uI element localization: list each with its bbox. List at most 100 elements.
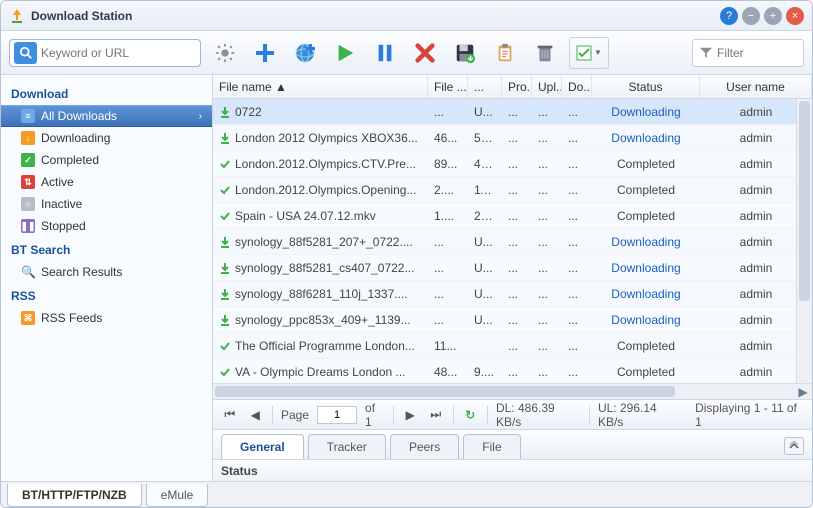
- sidebar-item-active[interactable]: ⇅ Active: [1, 171, 212, 193]
- next-page-button[interactable]: ▶: [401, 406, 419, 424]
- dl-speed-label: DL: 486.39 KB/s: [496, 401, 581, 429]
- table-row[interactable]: Spain - USA 24.07.12.mkv1....26.........…: [213, 203, 812, 229]
- clear-button[interactable]: [529, 37, 561, 69]
- first-page-button[interactable]: ⏮: [221, 406, 239, 424]
- file-name: synology_88f5281_207+_0722....: [235, 235, 413, 249]
- bottom-tab-bt[interactable]: BT/HTTP/FTP/NZB: [7, 484, 142, 507]
- file-name: synology_88f5281_cs407_0722...: [235, 261, 414, 275]
- cell-upload: ...: [532, 157, 562, 171]
- magnify-icon: 🔍: [21, 265, 35, 279]
- filter-input[interactable]: [717, 46, 797, 60]
- add-button[interactable]: [249, 37, 281, 69]
- bottom-tab-emule[interactable]: eMule: [146, 484, 209, 507]
- scrollbar-horizontal[interactable]: ▶: [213, 383, 812, 399]
- cell-progress: ...: [502, 157, 532, 171]
- table-row[interactable]: London 2012 Olympics XBOX36...46...55...…: [213, 125, 812, 151]
- chevron-down-icon: ▼: [594, 48, 602, 57]
- page-input[interactable]: [317, 406, 357, 424]
- filter-box[interactable]: [692, 39, 804, 67]
- minimize-button[interactable]: −: [742, 7, 760, 25]
- cell-download: ...: [562, 261, 592, 275]
- main-panel: File name ▲ File ... ... Pro... Upl... D…: [213, 75, 812, 481]
- tab-peers[interactable]: Peers: [390, 434, 459, 459]
- pause-button[interactable]: [369, 37, 401, 69]
- col-upload[interactable]: Upl...: [532, 75, 562, 98]
- sidebar-item-stopped[interactable]: ❚❚ Stopped: [1, 215, 212, 237]
- download-icon: [219, 262, 231, 274]
- table-row[interactable]: VA - Olympic Dreams London ...48...9....…: [213, 359, 812, 383]
- sidebar-item-inactive[interactable]: ○ Inactive: [1, 193, 212, 215]
- cell-progress: ...: [502, 235, 532, 249]
- prev-page-button[interactable]: ◀: [247, 406, 265, 424]
- delete-button[interactable]: [409, 37, 441, 69]
- cell-download: ...: [562, 131, 592, 145]
- window-title: Download Station: [31, 9, 720, 23]
- cell-filesize: 46...: [428, 131, 468, 145]
- last-page-button[interactable]: ⏭: [427, 406, 445, 424]
- sidebar-item-all-downloads[interactable]: ≡ All Downloads ›: [1, 105, 212, 127]
- cell-filesize: ...: [428, 235, 468, 249]
- sidebar-item-label: All Downloads: [41, 109, 117, 123]
- save-button[interactable]: [449, 37, 481, 69]
- inactive-icon: ○: [21, 197, 35, 211]
- sidebar-section-download: Download: [1, 81, 212, 105]
- col-filename[interactable]: File name ▲: [213, 75, 428, 98]
- cell-filesize: ...: [428, 313, 468, 327]
- download-icon: [219, 236, 231, 248]
- sidebar-item-label: Completed: [41, 153, 99, 167]
- cell-downloaded: 11...: [468, 183, 502, 197]
- cell-filesize: ...: [428, 261, 468, 275]
- cell-status: Downloading: [592, 105, 700, 119]
- cell-progress: ...: [502, 365, 532, 379]
- add-url-button[interactable]: [289, 37, 321, 69]
- collapse-detail-button[interactable]: [784, 437, 804, 455]
- table-row[interactable]: synology_88f5281_cs407_0722......U......…: [213, 255, 812, 281]
- col-status[interactable]: Status: [592, 75, 700, 98]
- cell-upload: ...: [532, 105, 562, 119]
- cell-progress: ...: [502, 339, 532, 353]
- table-row[interactable]: London.2012.Olympics.Opening...2....11..…: [213, 177, 812, 203]
- file-name: Spain - USA 24.07.12.mkv: [235, 209, 376, 223]
- table-row[interactable]: synology_88f6281_110j_1337.......U......…: [213, 281, 812, 307]
- options-button[interactable]: ▼: [569, 37, 609, 69]
- clipboard-button[interactable]: [489, 37, 521, 69]
- search-box[interactable]: [9, 39, 201, 67]
- col-download[interactable]: Do...: [562, 75, 592, 98]
- close-button[interactable]: ×: [786, 7, 804, 25]
- scrollbar-vertical[interactable]: [796, 99, 812, 383]
- cell-upload: ...: [532, 313, 562, 327]
- col-filesize[interactable]: File ...: [428, 75, 468, 98]
- col-downloaded[interactable]: ...: [468, 75, 502, 98]
- col-progress[interactable]: Pro...: [502, 75, 532, 98]
- sidebar-item-label: Search Results: [41, 265, 122, 279]
- table-row[interactable]: synology_88f5281_207+_0722.......U......…: [213, 229, 812, 255]
- help-button[interactable]: ?: [720, 7, 738, 25]
- start-button[interactable]: [329, 37, 361, 69]
- tab-file[interactable]: File: [463, 434, 520, 459]
- maximize-button[interactable]: +: [764, 7, 782, 25]
- cell-download: ...: [562, 209, 592, 223]
- cell-status: Downloading: [592, 313, 700, 327]
- sidebar-item-downloading[interactable]: ↓ Downloading: [1, 127, 212, 149]
- cell-status: Downloading: [592, 287, 700, 301]
- col-username[interactable]: User name: [700, 75, 812, 98]
- tab-general[interactable]: General: [221, 434, 304, 459]
- sidebar-item-completed[interactable]: ✓ Completed: [1, 149, 212, 171]
- table-row[interactable]: synology_ppc853x_409+_1139......U.......…: [213, 307, 812, 333]
- settings-button[interactable]: [209, 37, 241, 69]
- ul-speed-label: UL: 296.14 KB/s: [598, 401, 683, 429]
- search-input[interactable]: [41, 46, 196, 60]
- table-row[interactable]: The Official Programme London...11......…: [213, 333, 812, 359]
- sidebar-item-rss-feeds[interactable]: ⌘ RSS Feeds: [1, 307, 212, 329]
- table-row[interactable]: 0722...U............Downloadingadmin: [213, 99, 812, 125]
- tab-tracker[interactable]: Tracker: [308, 434, 386, 459]
- grid-body: 0722...U............DownloadingadminLond…: [213, 99, 812, 383]
- table-row[interactable]: London.2012.Olympics.CTV.Pre...89...45..…: [213, 151, 812, 177]
- rss-icon: ⌘: [21, 311, 35, 325]
- sidebar-item-search-results[interactable]: 🔍 Search Results: [1, 261, 212, 283]
- search-icon: [14, 42, 37, 64]
- toolbar: ▼: [1, 31, 812, 75]
- active-icon: ⇅: [21, 175, 35, 189]
- refresh-button[interactable]: ↻: [461, 406, 479, 424]
- cell-download: ...: [562, 183, 592, 197]
